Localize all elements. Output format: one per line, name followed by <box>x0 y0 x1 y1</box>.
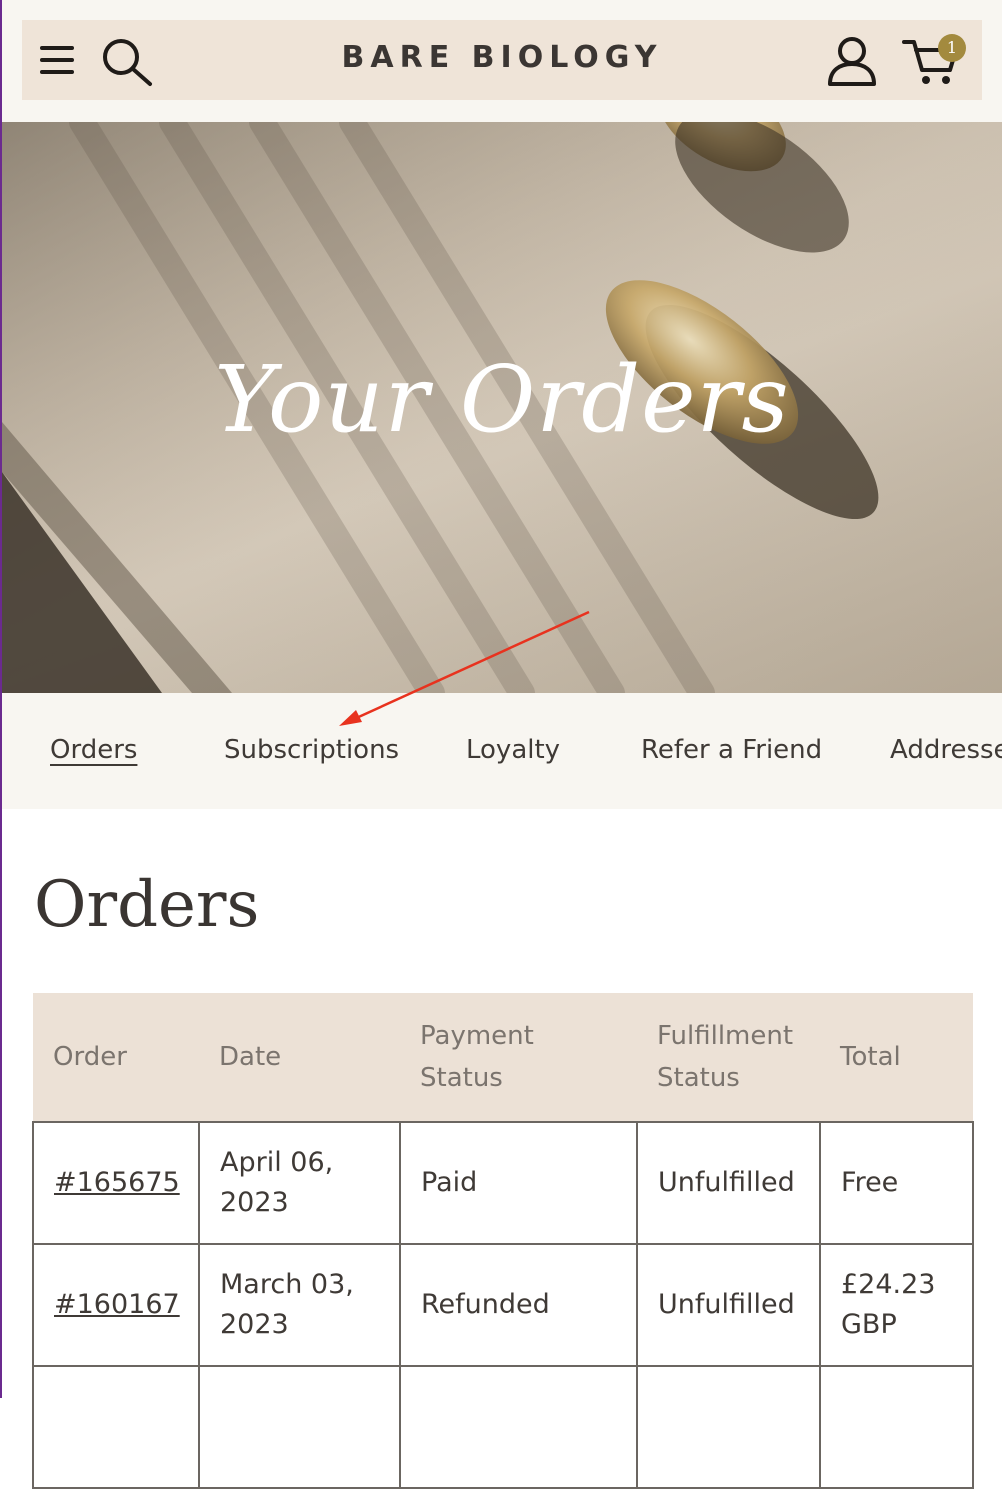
order-total: Free <box>819 1121 974 1245</box>
order-link[interactable]: #165675 <box>54 1167 180 1198</box>
payment-status: Paid <box>399 1121 638 1245</box>
order-total: £24.23 GBP <box>819 1243 974 1367</box>
table-row: #165675 April 06, 2023 Paid Unfulfilled … <box>32 1121 974 1245</box>
table-row: #160167 March 03, 2023 Refunded Unfulfil… <box>32 1243 974 1367</box>
fulfillment-status: Unfulfilled <box>636 1243 821 1367</box>
tab-refer-a-friend[interactable]: Refer a Friend <box>641 735 822 765</box>
hero-title: Your Orders <box>214 346 790 453</box>
table-header-row: Order Date Payment Status Fulfillment St… <box>33 993 973 1122</box>
payment-status <box>399 1365 638 1489</box>
column-header-total: Total <box>820 993 973 1122</box>
account-tabs: Orders Subscriptions Loyalty Refer a Fri… <box>2 693 1002 809</box>
order-link[interactable]: #160167 <box>54 1289 180 1320</box>
orders-table: Order Date Payment Status Fulfillment St… <box>32 993 974 1489</box>
table-row <box>32 1365 974 1489</box>
order-date: March 03, 2023 <box>198 1243 401 1367</box>
tab-orders[interactable]: Orders <box>50 735 137 765</box>
order-date: April 06, 2023 <box>198 1121 401 1245</box>
column-header-fulfillment-status: Fulfillment Status <box>637 993 820 1122</box>
order-number-cell <box>32 1365 200 1489</box>
order-number-cell: #165675 <box>32 1121 200 1245</box>
cart-count-badge: 1 <box>938 34 966 62</box>
tab-loyalty[interactable]: Loyalty <box>466 735 560 765</box>
payment-status: Refunded <box>399 1243 638 1367</box>
order-number-cell: #160167 <box>32 1243 200 1367</box>
column-header-order: Order <box>33 993 199 1122</box>
fulfillment-status: Unfulfilled <box>636 1121 821 1245</box>
hero-banner: Your Orders <box>2 122 1002 693</box>
order-total <box>819 1365 974 1489</box>
left-edge-rule <box>0 0 2 1398</box>
orders-heading: Orders <box>34 868 260 942</box>
fulfillment-status <box>636 1365 821 1489</box>
tab-addresses[interactable]: Addresses <box>890 735 1002 765</box>
site-header: BARE BIOLOGY 1 <box>22 20 982 100</box>
order-date <box>198 1365 401 1489</box>
account-icon[interactable] <box>826 34 878 90</box>
tab-subscriptions[interactable]: Subscriptions <box>224 735 399 765</box>
column-header-date: Date <box>199 993 400 1122</box>
column-header-payment-status: Payment Status <box>400 993 637 1122</box>
